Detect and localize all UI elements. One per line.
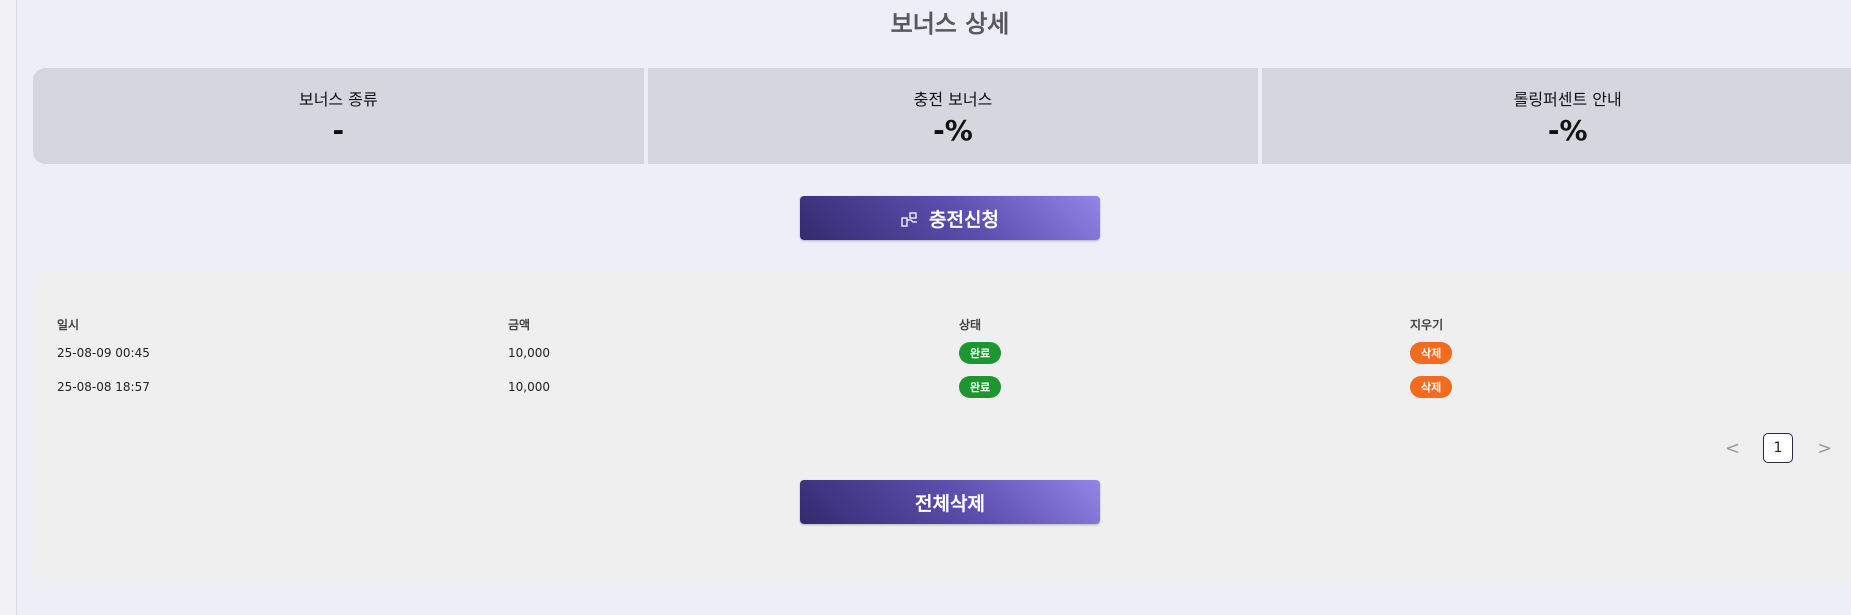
sidebar-edge bbox=[0, 0, 17, 615]
charge-bonus-label: 충전 보너스 bbox=[913, 89, 993, 109]
page-1-button[interactable]: 1 bbox=[1763, 433, 1793, 463]
table-row: 25-08-09 00:45 10,000 완료 삭제 bbox=[57, 336, 1851, 370]
header-datetime: 일시 bbox=[57, 317, 80, 332]
row-datetime: 25-08-08 18:57 bbox=[57, 380, 150, 394]
rolling-percent-card: 롤링퍼센트 안내 -% bbox=[1262, 68, 1851, 164]
prev-page-button[interactable]: < bbox=[1725, 438, 1740, 459]
header-status: 상태 bbox=[959, 317, 982, 332]
row-datetime: 25-08-09 00:45 bbox=[57, 346, 150, 360]
bonus-info-panel: 보너스 종류 - 충전 보너스 -% 롤링퍼센트 안내 -% bbox=[33, 68, 1851, 164]
bonus-type-label: 보너스 종류 bbox=[298, 89, 378, 109]
table-row: 25-08-08 18:57 10,000 완료 삭제 bbox=[57, 370, 1851, 404]
header-delete: 지우기 bbox=[1410, 317, 1444, 332]
charge-bonus-value: -% bbox=[933, 113, 973, 147]
charge-bonus-card: 충전 보너스 -% bbox=[647, 68, 1259, 164]
charge-history-table: 일시 금액 상태 지우기 25-08-09 00:45 10,000 완료 삭제… bbox=[57, 312, 1851, 404]
bonus-type-value: - bbox=[332, 113, 345, 147]
bonus-type-card: 보너스 종류 - bbox=[33, 68, 644, 164]
charge-history-panel: 일시 금액 상태 지우기 25-08-09 00:45 10,000 완료 삭제… bbox=[33, 272, 1851, 578]
table-header-row: 일시 금액 상태 지우기 bbox=[57, 312, 1851, 336]
delete-button[interactable]: 삭제 bbox=[1410, 376, 1453, 398]
header-amount: 금액 bbox=[508, 317, 531, 332]
next-page-button[interactable]: > bbox=[1817, 438, 1832, 459]
row-amount: 10,000 bbox=[508, 380, 550, 394]
delete-all-label: 전체삭제 bbox=[915, 492, 985, 515]
delete-all-button[interactable]: 전체삭제 bbox=[800, 480, 1100, 524]
pagination: < 1 > bbox=[1725, 433, 1832, 463]
rolling-percent-label: 롤링퍼센트 안내 bbox=[1513, 89, 1622, 109]
charge-request-button[interactable]: 충전신청 bbox=[800, 196, 1100, 240]
charge-request-label: 충전신청 bbox=[929, 208, 999, 231]
delete-button[interactable]: 삭제 bbox=[1410, 342, 1453, 364]
hand-coins-icon bbox=[901, 210, 919, 227]
rolling-percent-value: -% bbox=[1547, 113, 1588, 147]
page-title: 보너스 상세 bbox=[890, 10, 1010, 38]
status-badge: 완료 bbox=[959, 376, 1002, 398]
row-amount: 10,000 bbox=[508, 346, 550, 360]
status-badge: 완료 bbox=[959, 342, 1002, 364]
